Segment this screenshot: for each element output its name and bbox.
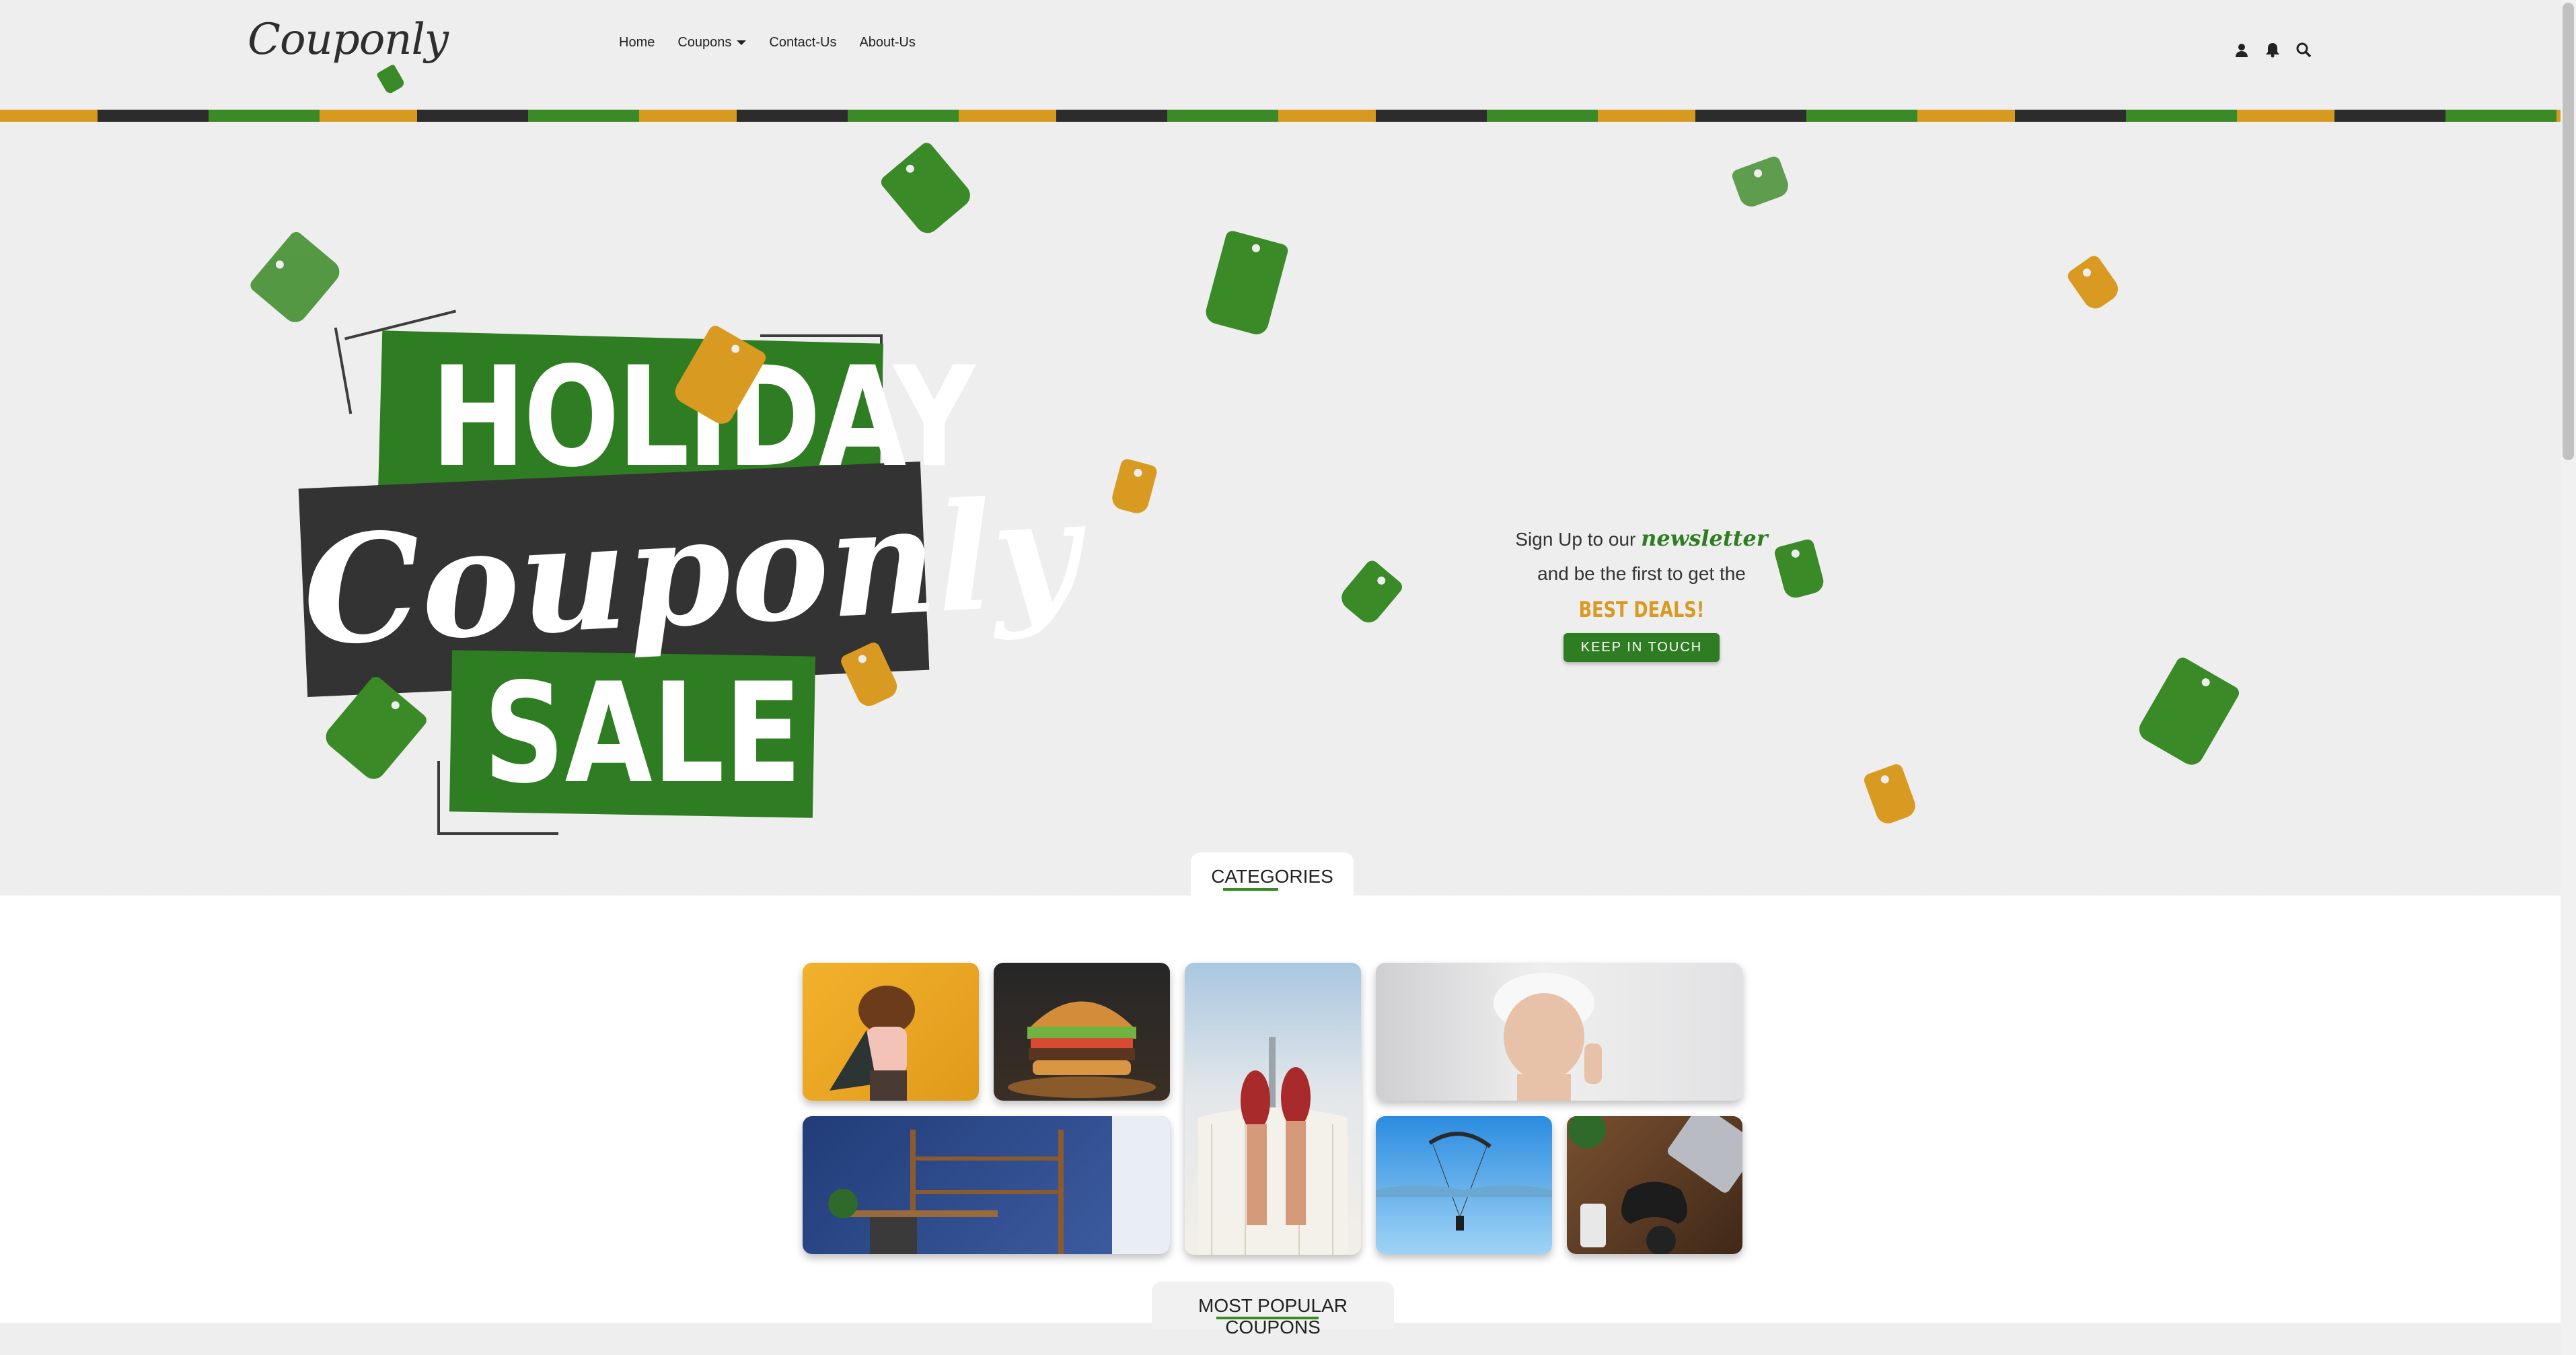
price-tag-icon (2135, 655, 2242, 770)
price-tag-icon (1109, 457, 1158, 516)
banner-sale-text: SALE (483, 654, 802, 814)
newsletter-line2: and be the first to get the (1537, 563, 1746, 584)
office-desk-image (828, 1116, 1170, 1254)
burger-image (1008, 1001, 1156, 1098)
category-card-beauty[interactable] (1376, 963, 1742, 1101)
site-header: Couponly Home Coupons Contact-Us About-U… (0, 0, 2561, 111)
price-tag-icon (878, 140, 976, 238)
hero-section: HOLIDAY Couponly SALE Sign Up to our new… (0, 122, 2561, 895)
category-card-home[interactable] (803, 1116, 1170, 1254)
price-tag-icon (1336, 558, 1405, 628)
nav-home[interactable]: Home (619, 35, 655, 50)
category-card-adventure[interactable] (1376, 1116, 1552, 1254)
main-nav: Home Coupons Contact-Us About-Us (619, 35, 916, 50)
nav-contact[interactable]: Contact-Us (769, 35, 836, 50)
site-logo[interactable]: Couponly (248, 15, 449, 65)
keep-in-touch-button[interactable]: KEEP IN TOUCH (1563, 633, 1720, 662)
user-icon[interactable] (2234, 42, 2250, 58)
nav-coupons-label: Coupons (677, 35, 732, 50)
newsletter-line1: Sign Up to our newsletter (1507, 525, 1776, 551)
price-tag-icon (1730, 154, 1792, 211)
paraglider-image (1376, 1132, 1552, 1231)
best-deals-text: BEST DEALS! (1578, 597, 1705, 622)
price-tag-icon (2065, 253, 2123, 314)
newsletter-block: Sign Up to our newsletter and be the fir… (1507, 525, 1776, 662)
spa-woman-image (1494, 973, 1602, 1101)
header-stripe (0, 110, 2561, 122)
frame-line (437, 832, 558, 835)
superhero-kid-image (830, 986, 915, 1101)
newsletter-prefix: Sign Up to our (1515, 529, 1636, 550)
frame-line (334, 327, 353, 414)
nav-coupons[interactable]: Coupons (677, 35, 747, 50)
category-card-travel[interactable] (1185, 963, 1361, 1255)
category-card-superhero[interactable] (803, 963, 979, 1101)
categories-underline (1223, 888, 1278, 891)
price-tag-icon (1203, 229, 1290, 337)
price-tag-icon (1862, 762, 1919, 827)
nav-about[interactable]: About-Us (859, 35, 915, 50)
most-popular-heading: MOST POPULAR COUPONS (1152, 1282, 1394, 1338)
logo-tag-icon (376, 63, 406, 96)
category-card-food[interactable] (994, 963, 1170, 1101)
chevron-down-icon (737, 40, 747, 45)
header-tools (2234, 42, 2312, 58)
gaming-desk-image (1568, 1116, 1742, 1254)
search-icon[interactable] (2295, 42, 2312, 58)
category-card-electronics[interactable] (1567, 1116, 1742, 1254)
bell-icon[interactable] (2265, 42, 2281, 58)
most-popular-underline (1216, 1317, 1319, 1319)
categories-heading: CATEGORIES (1191, 852, 1354, 900)
hammock-feet-image (1198, 1037, 1348, 1255)
newsletter-highlight: newsletter (1641, 525, 1768, 551)
frame-line (437, 761, 440, 835)
scrollbar-thumb[interactable] (2563, 3, 2574, 460)
price-tag-icon (1773, 538, 1827, 601)
